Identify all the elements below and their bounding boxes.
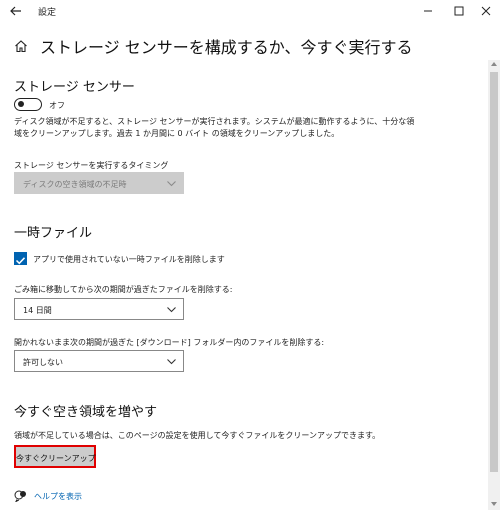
chevron-down-icon [167,307,176,313]
chevron-down-icon [167,359,176,365]
free-space-description: 領域が不足している場合は、このページの設定を使用して今すぐファイルをクリーンアッ… [14,431,381,440]
storage-sense-heading: ストレージ センサー [14,80,135,95]
timing-dropdown: ディスクの空き領域の不足時 [14,172,184,194]
clean-now-button-label: 今すぐクリーンアップ [16,454,96,463]
storage-sense-description: ディスク領域が不足すると、ストレージ センサーが実行されます。システムが最適に動… [14,117,415,138]
storage-sense-toggle[interactable] [14,98,42,111]
back-arrow-icon[interactable] [8,3,24,19]
recycle-bin-dropdown[interactable]: 14 日間 [14,298,184,320]
maximize-icon[interactable] [451,3,467,19]
help-link[interactable]: ヘルプを表示 [34,491,82,502]
free-space-heading: 今すぐ空き領域を増やす [14,405,158,420]
clean-now-button[interactable]: 今すぐクリーンアップ [14,445,96,468]
scrollbar[interactable] [488,60,500,510]
toggle-state-label: オフ [49,101,65,110]
scroll-up-arrow-icon[interactable] [490,60,498,68]
title-bar: 設定 [0,0,500,22]
delete-unused-temp-label: アプリで使用されていない一時ファイルを削除します [33,255,225,264]
recycle-bin-label: ごみ箱に移動してから次の期間が過ぎたファイルを削除する: [14,285,233,294]
downloads-dropdown[interactable]: 許可しない [14,350,184,372]
checkmark-icon [15,257,26,265]
window-title: 設定 [38,8,57,18]
chevron-down-icon [167,181,176,187]
help-chat-icon[interactable] [14,489,27,502]
scrollbar-thumb[interactable] [490,72,498,472]
page-title: ストレージ センサーを構成するか、今すぐ実行する [40,38,413,57]
scroll-down-arrow-icon[interactable] [490,500,498,508]
minimize-icon[interactable] [420,3,436,19]
close-icon[interactable] [478,3,494,19]
temp-files-heading: 一時ファイル [14,226,93,241]
timing-dropdown-value: ディスクの空き領域の不足時 [23,180,127,189]
downloads-label: 開かれないまま次の期間が過ぎた [ダウンロード] フォルダー内のファイルを削除す… [14,338,325,347]
recycle-bin-dropdown-value: 14 日間 [23,306,52,315]
timing-label: ストレージ センサーを実行するタイミング [14,161,169,170]
toggle-knob [18,101,24,107]
downloads-dropdown-value: 許可しない [23,358,63,367]
delete-unused-temp-checkbox[interactable] [14,252,27,265]
home-icon[interactable] [14,39,28,53]
